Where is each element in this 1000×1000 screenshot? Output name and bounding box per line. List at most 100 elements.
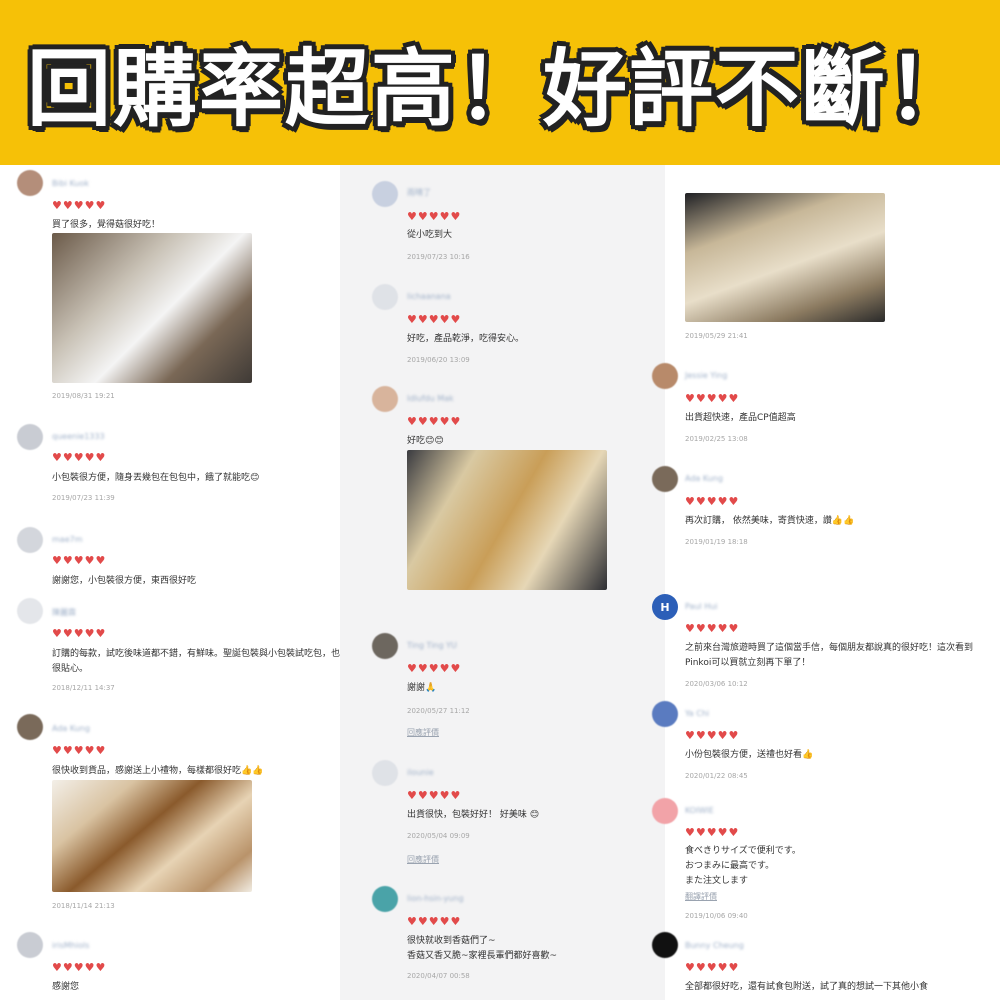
rating-hearts: ♥♥♥♥♥ — [685, 392, 740, 405]
review-text: 買了很多，覺得菇很好吃！ — [52, 220, 161, 230]
avatar — [17, 170, 43, 196]
reviewer-name: queenie1333 — [52, 432, 105, 441]
review-text: 謝謝🙏 — [407, 683, 437, 693]
review-date: 2019/07/23 10:16 — [407, 253, 470, 261]
rating-hearts: ♥♥♥♥♥ — [407, 915, 462, 928]
reviewer-name: mae7m — [52, 535, 83, 544]
review-date: 2019/01/19 18:18 — [685, 538, 748, 546]
reviewer-name: Ya Chi — [685, 709, 710, 718]
review-photo[interactable] — [407, 450, 607, 590]
review-text: 出貨很快，包裝好好！ 好美味 😊 — [407, 810, 540, 820]
review-date: 2020/04/07 00:58 — [407, 972, 470, 980]
review-date: 2020/05/27 11:12 — [407, 707, 470, 715]
review-photo[interactable] — [52, 233, 252, 383]
review-date: 2019/07/23 11:39 — [52, 494, 115, 502]
avatar — [17, 598, 43, 624]
rating-hearts: ♥♥♥♥♥ — [685, 826, 740, 839]
review-text: 小包裝很方便，隨身丟幾包在包包中，餓了就能吃😊 — [52, 473, 260, 483]
reviewer-name: Idlufdu Mak — [407, 394, 454, 403]
rating-hearts: ♥♥♥♥♥ — [52, 451, 107, 464]
banner-title: 回購率超高！好評不斷！ — [26, 40, 973, 138]
rating-hearts: ♥♥♥♥♥ — [407, 662, 462, 675]
rating-hearts: ♥♥♥♥♥ — [52, 961, 107, 974]
avatar — [17, 527, 43, 553]
avatar — [17, 714, 43, 740]
avatar — [372, 284, 398, 310]
review-text: 食べきりサイズで便利です。 おつまみに最高です。 また注文します — [685, 846, 801, 886]
reviewer-name: Ada Kung — [52, 724, 90, 733]
review-photo[interactable] — [52, 780, 252, 892]
rating-hearts: ♥♥♥♥♥ — [52, 744, 107, 757]
reply-review-link[interactable]: 回應評價 — [407, 727, 439, 738]
review-text: 好吃😊😊 — [407, 436, 444, 446]
rating-hearts: ♥♥♥♥♥ — [407, 415, 462, 428]
reviewer-name: Paul Hui — [685, 602, 718, 611]
review-text: 訂購的每款，試吃後味道都不錯，有鮮味。聖誕包裝與小包裝試吃包，也 很貼心。 — [52, 649, 341, 674]
review-text: 再次訂購， 依然美味，寄貨快速，讚👍👍 — [685, 516, 855, 526]
banner: 回購率超高！好評不斷！ — [0, 0, 1000, 165]
review-date: 2019/08/31 19:21 — [52, 392, 115, 400]
review-photo[interactable] — [685, 193, 885, 322]
reviewer-name: 陳麗霖 — [52, 608, 76, 617]
avatar: H — [652, 594, 678, 620]
avatar — [372, 886, 398, 912]
review-text: 全部都很好吃，還有試食包附送，試了真的想試一下其他小食 — [685, 982, 929, 992]
review-text: 謝謝您，小包裝很方便，東西很好吃 — [52, 576, 197, 586]
reviewer-name: 雨晴了 — [407, 188, 431, 197]
reviewer-name: Ting Ting YU — [407, 641, 457, 650]
reviewer-name: ilounie — [407, 768, 434, 777]
avatar — [372, 760, 398, 786]
reviewer-name: lion-hsin-yung — [407, 894, 464, 903]
review-text: 之前來台灣旅遊時買了這個當手信，每個朋友都說真的很好吃！這次看到 Pinkoi可… — [685, 643, 974, 668]
avatar — [652, 363, 678, 389]
avatar — [372, 633, 398, 659]
review-date: 2020/05/04 09:09 — [407, 832, 470, 840]
avatar — [372, 181, 398, 207]
reviewer-name: Bunny Cheung — [685, 941, 744, 950]
reviewer-name: Bibi Kuok — [52, 179, 89, 188]
review-text: 感謝您 — [52, 982, 80, 992]
review-column-3: 2019/05/29 21:41 Jessie Ying ♥♥♥♥♥ 出貨超快速… — [652, 165, 1000, 1000]
reviewer-name: lichaanana — [407, 292, 451, 301]
review-column-1: Bibi Kuok ♥♥♥♥♥ 買了很多，覺得菇很好吃！ 2019/08/31 … — [0, 165, 340, 1000]
reply-review-link[interactable]: 回應評價 — [407, 854, 439, 865]
review-text: 小份包裝很方便，送禮也好看👍 — [685, 750, 814, 760]
review-text: 出貨超快速，產品CP值超高 — [685, 413, 796, 423]
review-date: 2019/10/06 09:40 — [685, 912, 748, 920]
rating-hearts: ♥♥♥♥♥ — [407, 789, 462, 802]
translate-review-link[interactable]: 翻譯評價 — [685, 891, 717, 902]
reviewer-name: Jessie Ying — [685, 371, 728, 380]
avatar — [652, 466, 678, 492]
rating-hearts: ♥♥♥♥♥ — [52, 627, 107, 640]
review-date: 2020/01/22 08:45 — [685, 772, 748, 780]
rating-hearts: ♥♥♥♥♥ — [685, 961, 740, 974]
rating-hearts: ♥♥♥♥♥ — [52, 199, 107, 212]
reviewer-name: irisMhiols — [52, 941, 90, 950]
rating-hearts: ♥♥♥♥♥ — [407, 210, 462, 223]
review-date: 2019/02/25 13:08 — [685, 435, 748, 443]
avatar — [17, 424, 43, 450]
reviewer-name: KOIWIE — [685, 806, 714, 815]
reviewer-name: Ada Kung — [685, 474, 723, 483]
review-column-2: 雨晴了 ♥♥♥♥♥ 從小吃到大 2019/07/23 10:16 lichaan… — [340, 165, 665, 1000]
avatar — [652, 701, 678, 727]
review-date: 2019/05/29 21:41 — [685, 332, 748, 340]
review-date: 2019/06/20 13:09 — [407, 356, 470, 364]
review-date: 2018/11/14 21:13 — [52, 902, 115, 910]
rating-hearts: ♥♥♥♥♥ — [52, 554, 107, 567]
avatar — [17, 932, 43, 958]
review-text: 從小吃到大 — [407, 230, 453, 240]
avatar — [372, 386, 398, 412]
review-text: 很快就收到香菇們了~ 香菇又香又脆~家裡長輩們都好喜歡~ — [407, 936, 558, 961]
avatar — [652, 798, 678, 824]
rating-hearts: ♥♥♥♥♥ — [407, 313, 462, 326]
review-text: 很快收到貨品，感謝送上小禮物，每樣都很好吃👍👍 — [52, 766, 264, 776]
rating-hearts: ♥♥♥♥♥ — [685, 729, 740, 742]
reviews-area: Bibi Kuok ♥♥♥♥♥ 買了很多，覺得菇很好吃！ 2019/08/31 … — [0, 165, 1000, 1000]
rating-hearts: ♥♥♥♥♥ — [685, 622, 740, 635]
rating-hearts: ♥♥♥♥♥ — [685, 495, 740, 508]
review-text: 好吃，產品乾淨，吃得安心。 — [407, 334, 525, 344]
avatar — [652, 932, 678, 958]
review-date: 2020/03/06 10:12 — [685, 680, 748, 688]
review-date: 2018/12/11 14:37 — [52, 684, 115, 692]
